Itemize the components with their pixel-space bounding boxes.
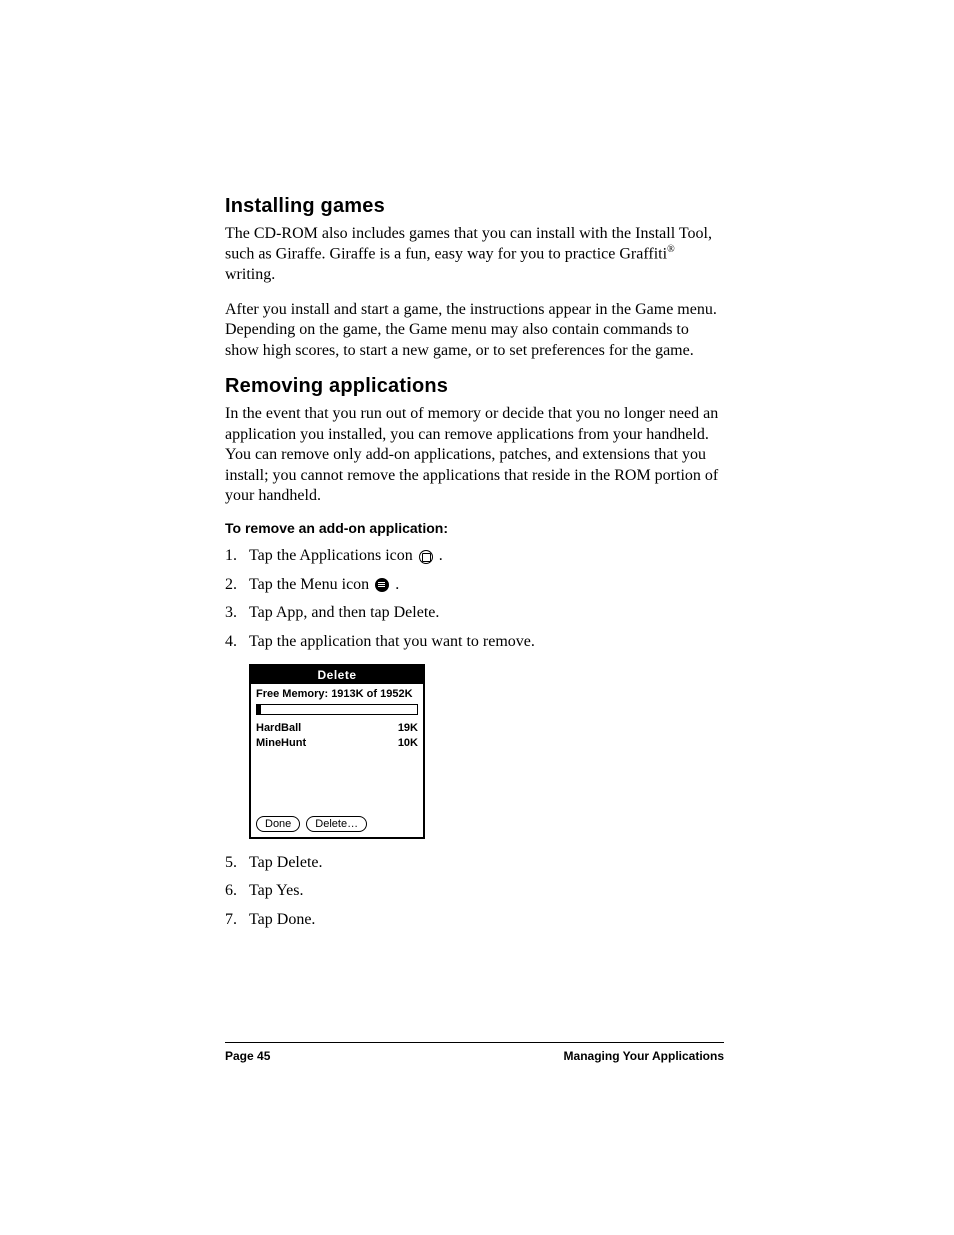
step-6: 6. Tap Yes. (225, 881, 724, 901)
spacer (256, 750, 418, 812)
paragraph: After you install and start a game, the … (225, 300, 724, 361)
page-footer: Page 45 Managing Your Applications (225, 1042, 724, 1063)
step-7: 7. Tap Done. (225, 910, 724, 930)
step-number: 7. (225, 910, 237, 930)
delete-dialog-screenshot: Delete Free Memory: 1913K of 1952K HardB… (249, 664, 425, 839)
step-4: 4. Tap the application that you want to … (225, 632, 724, 652)
step-text: . (395, 576, 399, 593)
free-memory-label: Free Memory: 1913K of 1952K (256, 688, 418, 700)
app-name: HardBall (256, 721, 301, 735)
step-text: Tap App, and then tap Delete. (249, 604, 439, 621)
chapter-title: Managing Your Applications (564, 1049, 724, 1063)
procedure-list-part-1: 1. Tap the Applications icon . 2. Tap th… (225, 546, 724, 652)
step-number: 6. (225, 881, 237, 901)
step-number: 2. (225, 575, 237, 595)
app-row: MineHunt 10K (256, 736, 418, 750)
step-text: Tap Delete. (249, 854, 323, 871)
dialog-title: Delete (251, 666, 423, 684)
text: writing. (225, 266, 275, 283)
dialog-buttons: Done Delete… (256, 816, 418, 832)
step-number: 4. (225, 632, 237, 652)
procedure-list-part-2: 5. Tap Delete. 6. Tap Yes. 7. Tap Done. (225, 853, 724, 930)
step-2: 2. Tap the Menu icon . (225, 575, 724, 595)
footer-rule (225, 1042, 724, 1043)
app-row: HardBall 19K (256, 721, 418, 735)
done-button: Done (256, 816, 300, 832)
step-1: 1. Tap the Applications icon . (225, 546, 724, 566)
text: The CD-ROM also includes games that you … (225, 225, 712, 263)
memory-bar-used (257, 705, 261, 714)
step-number: 3. (225, 603, 237, 623)
step-text: Tap Yes. (249, 882, 303, 899)
step-5: 5. Tap Delete. (225, 853, 724, 873)
step-number: 5. (225, 853, 237, 873)
step-text: Tap the Applications icon (249, 547, 417, 564)
paragraph: The CD-ROM also includes games that you … (225, 224, 724, 286)
page-content: Installing games The CD-ROM also include… (0, 0, 954, 930)
step-3: 3. Tap App, and then tap Delete. (225, 603, 724, 623)
paragraph: In the event that you run out of memory … (225, 404, 724, 506)
heading-installing-games: Installing games (225, 195, 724, 218)
footer-row: Page 45 Managing Your Applications (225, 1049, 724, 1063)
step-number: 1. (225, 546, 237, 566)
delete-button: Delete… (306, 816, 367, 832)
app-name: MineHunt (256, 736, 306, 750)
registered-symbol: ® (667, 244, 675, 255)
step-text: Tap the Menu icon (249, 576, 373, 593)
app-size: 10K (398, 736, 418, 750)
step-text: Tap Done. (249, 911, 315, 928)
menu-icon (375, 578, 389, 592)
memory-bar (256, 704, 418, 715)
dialog-body: Free Memory: 1913K of 1952K HardBall 19K… (251, 684, 423, 837)
procedure-title: To remove an add-on application: (225, 520, 724, 536)
step-text: Tap the application that you want to rem… (249, 633, 535, 650)
applications-icon (419, 550, 433, 564)
step-text: . (439, 547, 443, 564)
app-size: 19K (398, 721, 418, 735)
page-number: Page 45 (225, 1049, 270, 1063)
heading-removing-applications: Removing applications (225, 375, 724, 398)
